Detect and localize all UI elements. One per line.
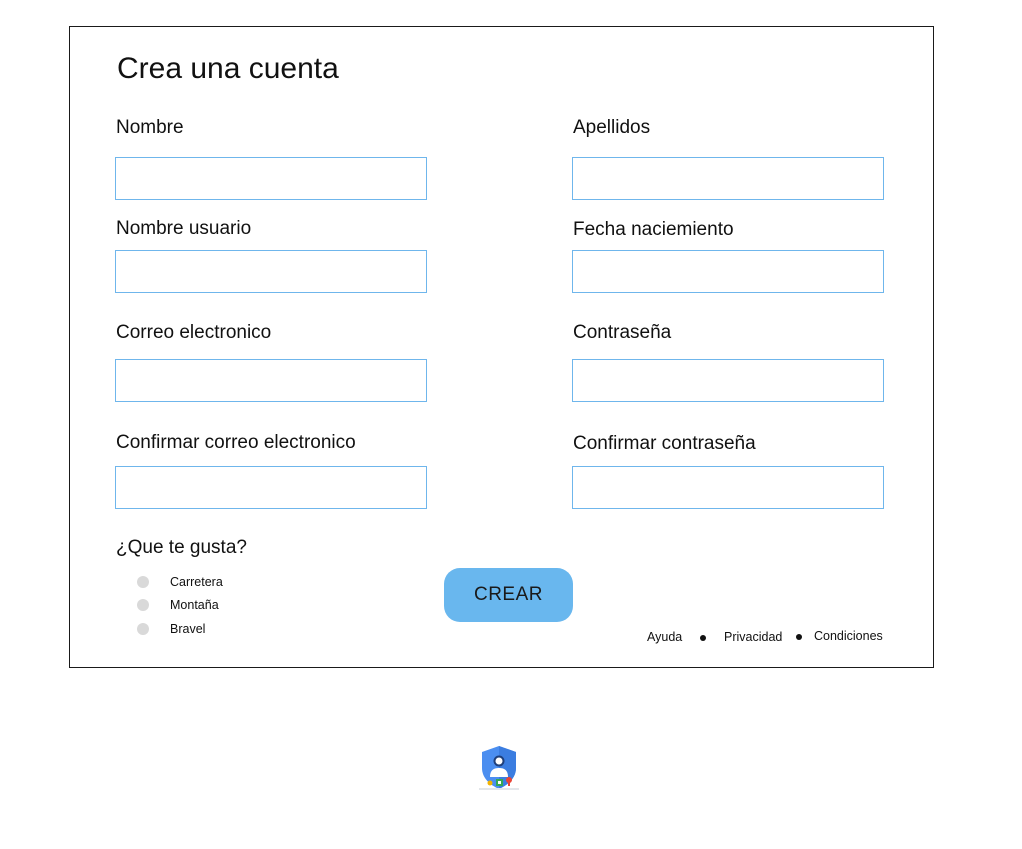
create-button[interactable]: CREAR: [444, 568, 573, 622]
help-link[interactable]: Ayuda: [647, 630, 682, 644]
option-carretera[interactable]: Carretera: [137, 574, 223, 590]
separator-dot: [796, 634, 802, 640]
confirmar-contrasena-label: Confirmar contraseña: [573, 433, 756, 454]
option-montana[interactable]: Montaña: [137, 597, 219, 613]
radio-button[interactable]: [137, 599, 149, 611]
option-label: Bravel: [170, 622, 206, 636]
nombre-field[interactable]: [115, 157, 427, 200]
nombre-usuario-label: Nombre usuario: [116, 218, 252, 239]
contrasena-label: Contraseña: [573, 322, 672, 343]
create-account-card: Crea una cuenta Nombre Nombre usuario Co…: [69, 26, 934, 668]
option-label: Carretera: [170, 575, 223, 589]
confirmar-correo-label: Confirmar correo electronico: [116, 432, 356, 453]
confirmar-contrasena-field[interactable]: [572, 466, 884, 509]
fecha-nacimiento-label: Fecha naciemiento: [573, 219, 734, 240]
correo-label: Correo electronico: [116, 322, 272, 343]
account-shield-icon: [477, 744, 521, 792]
nombre-label: Nombre: [116, 117, 184, 138]
radio-button[interactable]: [137, 623, 149, 635]
terms-link[interactable]: Condiciones: [814, 629, 883, 643]
nombre-usuario-field[interactable]: [115, 250, 427, 293]
correo-field[interactable]: [115, 359, 427, 402]
apellidos-field[interactable]: [572, 157, 884, 200]
page-title: Crea una cuenta: [117, 52, 339, 85]
privacy-link[interactable]: Privacidad: [724, 630, 782, 644]
fecha-nacimiento-field[interactable]: [572, 250, 884, 293]
radio-button[interactable]: [137, 576, 149, 588]
contrasena-field[interactable]: [572, 359, 884, 402]
apellidos-label: Apellidos: [573, 117, 651, 138]
preferences-question: ¿Que te gusta?: [116, 537, 247, 558]
option-label: Montaña: [170, 598, 219, 612]
confirmar-correo-field[interactable]: [115, 466, 427, 509]
separator-dot: [700, 635, 706, 641]
option-bravel[interactable]: Bravel: [137, 621, 205, 637]
